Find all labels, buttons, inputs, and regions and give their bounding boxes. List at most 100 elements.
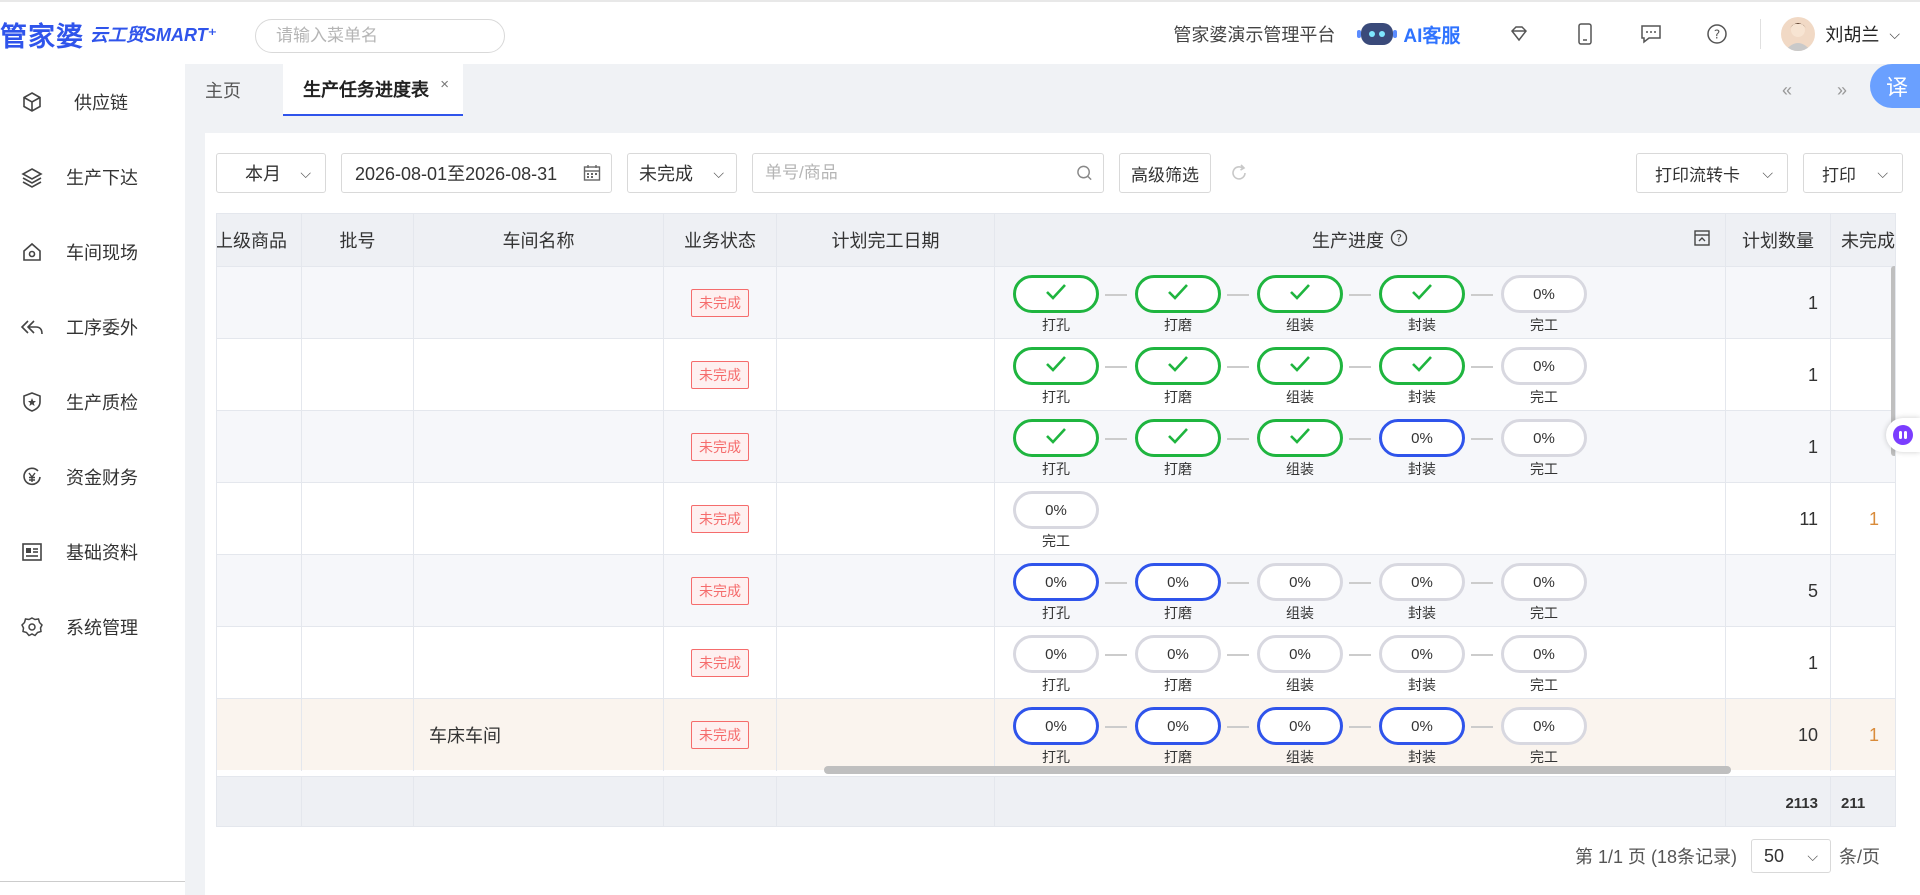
sidebar-item[interactable]: 资金财务 [0, 439, 185, 514]
progress-step[interactable]: 0% 完工 [1501, 635, 1589, 693]
close-icon[interactable]: × [440, 76, 449, 93]
progress-step[interactable]: 打磨 [1135, 275, 1223, 333]
message-icon[interactable] [1637, 20, 1665, 48]
sidebar-item[interactable]: 生产下达 [0, 139, 185, 214]
progress-step[interactable]: 0% 组装 [1257, 635, 1345, 693]
progress-step[interactable]: 0% 完工 [1501, 707, 1589, 765]
progress-step[interactable]: 0% 完工 [1501, 275, 1589, 333]
status-select[interactable]: 未完成 ⌵ [627, 153, 737, 193]
progress-step[interactable]: 打磨 [1135, 419, 1223, 477]
sidebar-item[interactable]: 系统管理 [0, 589, 185, 664]
progress-step[interactable]: 封装 [1379, 347, 1467, 405]
menu-search-box[interactable] [255, 19, 505, 53]
progress-step[interactable]: 0% 打孔 [1013, 563, 1101, 621]
double-chevron-right-icon[interactable]: » [1830, 78, 1854, 102]
order-search-box[interactable] [752, 153, 1104, 193]
table-row[interactable]: 未完成 0% 打孔 0% 打磨 0% 组装 0% 封装 0% 完工 1 [217, 626, 1895, 699]
column-header[interactable]: 批号 [302, 214, 414, 266]
progress-step[interactable]: 0% 完工 [1501, 419, 1589, 477]
table-row[interactable]: 未完成 打孔 打磨 组装 封装 0% 完工 1 [217, 338, 1895, 411]
print-card-button[interactable]: 打印流转卡 ⌵ [1636, 153, 1788, 193]
step-pill [1257, 347, 1343, 385]
progress-step[interactable]: 0% 打孔 [1013, 707, 1101, 765]
progress-step[interactable]: 打孔 [1013, 419, 1101, 477]
progress-step[interactable]: 0% 封装 [1379, 563, 1467, 621]
plan-qty: 1 [1807, 652, 1818, 673]
order-search-input[interactable] [765, 163, 1076, 183]
tab-production-progress[interactable]: 生产任务进度表 × [283, 64, 463, 116]
chevron-down-icon: ⌵ [1807, 847, 1819, 864]
progress-step[interactable]: 组装 [1257, 419, 1345, 477]
sidebar-item[interactable]: 工序委外 [0, 289, 185, 364]
tab-home[interactable]: 主页 [205, 64, 241, 116]
progress-step[interactable]: 打磨 [1135, 347, 1223, 405]
horizontal-scrollbar[interactable] [824, 766, 1731, 774]
progress-step[interactable]: 0% 完工 [1501, 347, 1589, 405]
progress-step[interactable]: 0% 封装 [1379, 707, 1467, 765]
table-row[interactable]: 未完成 0% 完工 11 1 [217, 482, 1895, 555]
diamond-icon[interactable] [1505, 20, 1533, 48]
platform-name[interactable]: 管家婆演示管理平台 [1173, 21, 1335, 47]
progress-step[interactable]: 0% 打磨 [1135, 635, 1223, 693]
sidebar-item[interactable]: 基础资料 [0, 514, 185, 589]
page-size-select[interactable]: 50 ⌵ [1751, 839, 1832, 873]
progress-step[interactable]: 0% 组装 [1257, 707, 1345, 765]
refresh-icon[interactable] [1229, 163, 1249, 188]
progress-step[interactable]: 0% 封装 [1379, 635, 1467, 693]
app-logo[interactable]: 管家婆 云工贸SMART⁺ [0, 16, 217, 53]
progress-step[interactable]: 0% 完工 [1013, 491, 1101, 549]
column-header[interactable]: 上级商品 [217, 214, 302, 266]
step-label: 打孔 [1042, 317, 1070, 333]
table-row[interactable]: 未完成 0% 打孔 0% 打磨 0% 组装 0% 封装 0% 完工 5 [217, 554, 1895, 627]
menu-search-input[interactable] [276, 26, 497, 46]
table-row[interactable]: 未完成 打孔 打磨 组装 封装 0% 完工 1 [217, 266, 1895, 339]
double-chevron-left-icon[interactable]: « [1775, 78, 1799, 102]
column-header[interactable]: 未完成数 [1831, 214, 1895, 266]
sidebar-item[interactable]: 供应链 [0, 64, 185, 139]
tab-label: 生产任务进度表 [303, 80, 429, 100]
progress-step[interactable]: 打孔 [1013, 275, 1101, 333]
progress-step[interactable]: 打孔 [1013, 347, 1101, 405]
table-row[interactable]: 车床车间 未完成 0% 打孔 0% 打磨 0% 组装 0% 封装 0% 完工 10 1 [217, 698, 1895, 771]
ai-service-button[interactable]: AI客服 [1357, 19, 1460, 49]
mobile-icon[interactable] [1571, 20, 1599, 48]
period-select[interactable]: 本月 ⌵ [216, 153, 326, 193]
check-icon [1410, 354, 1434, 378]
column-header[interactable]: 业务状态 [664, 214, 777, 266]
column-settings-icon[interactable] [1693, 229, 1711, 252]
total-unfinished-qty: 211 [1841, 794, 1866, 812]
print-card-label: 打印流转卡 [1655, 165, 1740, 185]
table-row[interactable]: 未完成 打孔 打磨 组装 0% 封装 0% 完工 1 [217, 410, 1895, 483]
step-pill [1135, 347, 1221, 385]
sidebar-item[interactable]: 车间现场 [0, 214, 185, 289]
search-icon[interactable] [1076, 164, 1093, 182]
progress-step[interactable]: 0% 组装 [1257, 563, 1345, 621]
help-icon[interactable]: ? [1703, 20, 1731, 48]
column-header[interactable]: 计划数量 [1726, 214, 1831, 266]
column-header[interactable]: 车间名称 [414, 214, 664, 266]
status-badge: 未完成 [691, 649, 749, 677]
column-header-label: 车间名称 [502, 231, 575, 251]
progress-step[interactable]: 0% 打磨 [1135, 707, 1223, 765]
progress-step[interactable]: 0% 封装 [1379, 419, 1467, 477]
user-menu[interactable]: 刘胡兰 ⌵ [1781, 17, 1900, 51]
progress-step[interactable]: 0% 打磨 [1135, 563, 1223, 621]
plan-qty-cell: 10 [1726, 699, 1831, 771]
print-button[interactable]: 打印 ⌵ [1803, 153, 1903, 193]
progress-step[interactable]: 组装 [1257, 275, 1345, 333]
progress-step[interactable]: 封装 [1379, 275, 1467, 333]
help-icon[interactable]: ? [1390, 229, 1408, 252]
status-cell: 未完成 [664, 699, 777, 771]
progress-step[interactable]: 0% 打孔 [1013, 635, 1101, 693]
date-range-picker[interactable]: 2026-08-01至2026-08-31 [341, 153, 612, 193]
progress-step[interactable]: 组装 [1257, 347, 1345, 405]
progress-step[interactable]: 0% 完工 [1501, 563, 1589, 621]
translate-button[interactable]: 译 [1870, 64, 1920, 108]
advanced-filter-button[interactable]: 高级筛选 [1119, 153, 1211, 193]
progress-cell: 0% 完工 [995, 483, 1726, 555]
column-header[interactable]: 计划完工日期 [777, 214, 995, 266]
assistant-float-button[interactable] [1886, 418, 1920, 452]
column-header[interactable]: 生产进度? [995, 214, 1726, 266]
sidebar-item[interactable]: 生产质检 [0, 364, 185, 439]
id-card-icon [20, 540, 44, 564]
